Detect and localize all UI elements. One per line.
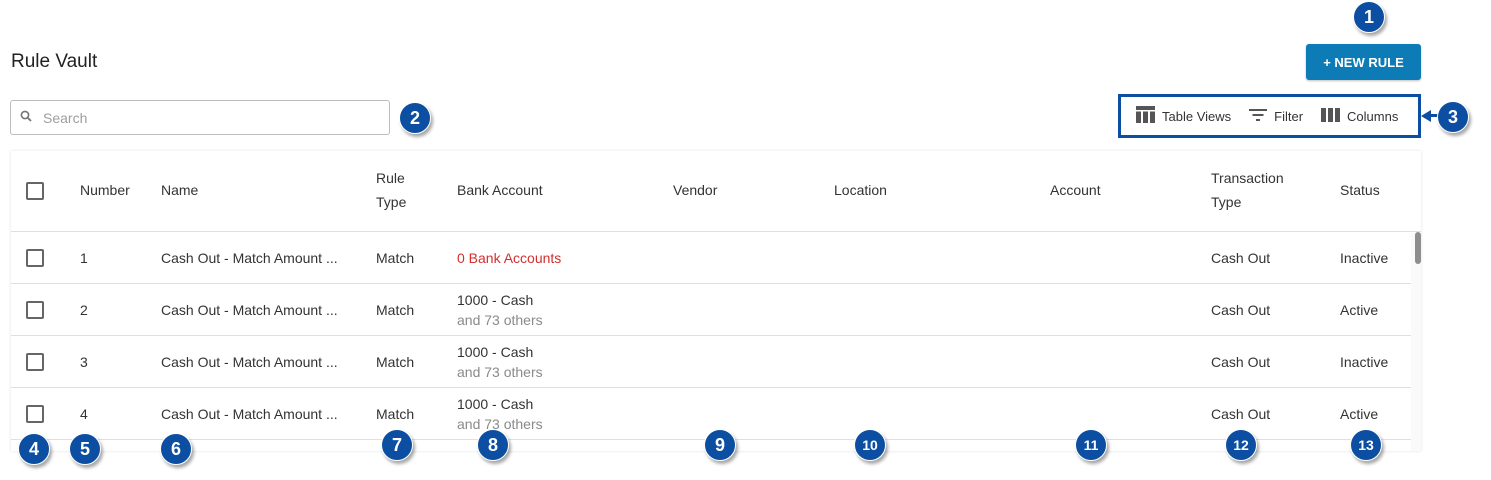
header-rule-type[interactable]: Rule Type <box>376 166 406 214</box>
cell-rule-type: Match <box>376 250 415 266</box>
header-transaction-type-line1: Transaction <box>1211 170 1284 186</box>
cell-name: Cash Out - Match Amount ... <box>161 302 338 318</box>
cell-bank-account-others[interactable]: and 73 others <box>457 364 543 380</box>
search-input[interactable] <box>43 109 373 126</box>
columns-label: Columns <box>1347 108 1399 124</box>
header-rule-type-line1: Rule <box>376 170 405 186</box>
table-views-icon <box>1136 106 1155 126</box>
callout-8: 8 <box>477 429 509 461</box>
header-vendor[interactable]: Vendor <box>673 178 717 202</box>
cell-rule-type: Match <box>376 406 415 422</box>
table-row[interactable]: 1 Cash Out - Match Amount ... Match 0 Ba… <box>11 232 1411 284</box>
header-account[interactable]: Account <box>1050 178 1101 202</box>
select-all-checkbox[interactable] <box>26 182 44 200</box>
scrollbar-track[interactable] <box>1411 233 1421 451</box>
cell-number: 4 <box>80 406 88 422</box>
table-views-button[interactable]: Table Views <box>1136 106 1231 126</box>
callout-13: 13 <box>1350 429 1382 461</box>
callout-1: 1 <box>1353 1 1385 33</box>
cell-rule-type: Match <box>376 354 415 370</box>
callout-11: 11 <box>1075 429 1107 461</box>
cell-bank-account[interactable]: 1000 - Cash <box>457 396 533 412</box>
callout-7: 7 <box>381 429 413 461</box>
cell-status: Active <box>1340 406 1379 422</box>
header-name[interactable]: Name <box>161 178 198 202</box>
callout-3: 3 <box>1437 101 1469 133</box>
table-row[interactable]: 3 Cash Out - Match Amount ... Match 1000… <box>11 336 1411 388</box>
cell-status: Inactive <box>1340 250 1389 266</box>
cell-transaction-type: Cash Out <box>1211 406 1271 422</box>
cell-transaction-type: Cash Out <box>1211 302 1271 318</box>
cell-transaction-type: Cash Out <box>1211 354 1271 370</box>
filter-label: Filter <box>1274 108 1304 124</box>
row-checkbox[interactable] <box>26 249 44 267</box>
row-checkbox[interactable] <box>26 301 44 319</box>
cell-status: Active <box>1340 302 1379 318</box>
callout-6: 6 <box>160 433 192 465</box>
cell-rule-type: Match <box>376 302 415 318</box>
header-transaction-type-line2: Type <box>1211 194 1242 210</box>
cell-name: Cash Out - Match Amount ... <box>161 354 338 370</box>
page-title: Rule Vault <box>11 51 98 72</box>
search-icon <box>20 109 32 127</box>
filter-button[interactable]: Filter <box>1249 108 1303 125</box>
callout-10: 10 <box>854 429 886 461</box>
columns-button[interactable]: Columns <box>1321 107 1399 125</box>
row-checkbox[interactable] <box>26 405 44 423</box>
callout-9: 9 <box>704 429 736 461</box>
table-header: Number Name Rule Type Bank Account Vendo… <box>11 151 1421 232</box>
header-location[interactable]: Location <box>834 178 887 202</box>
cell-name: Cash Out - Match Amount ... <box>161 250 338 266</box>
search-box[interactable] <box>10 100 390 135</box>
table-views-label: Table Views <box>1162 108 1232 124</box>
cell-bank-account[interactable]: 0 Bank Accounts <box>457 250 561 266</box>
cell-number: 2 <box>80 302 88 318</box>
new-rule-button[interactable]: + NEW RULE <box>1306 44 1421 80</box>
header-number[interactable]: Number <box>80 178 130 202</box>
callout-4: 4 <box>18 433 50 465</box>
cell-bank-account[interactable]: 1000 - Cash <box>457 344 533 360</box>
scrollbar-thumb[interactable] <box>1415 232 1421 264</box>
callout-2: 2 <box>399 102 431 134</box>
cell-transaction-type: Cash Out <box>1211 250 1271 266</box>
row-checkbox[interactable] <box>26 353 44 371</box>
columns-icon <box>1321 107 1341 125</box>
table-row[interactable]: 2 Cash Out - Match Amount ... Match 1000… <box>11 284 1411 336</box>
cell-bank-account-others[interactable]: and 73 others <box>457 312 543 328</box>
callout-5: 5 <box>69 433 101 465</box>
callout-12: 12 <box>1225 429 1257 461</box>
rules-table: Number Name Rule Type Bank Account Vendo… <box>11 151 1421 451</box>
cell-bank-account[interactable]: 1000 - Cash <box>457 292 533 308</box>
cell-status: Inactive <box>1340 354 1389 370</box>
cell-number: 1 <box>80 250 88 266</box>
table-toolbar: Table Views Filter Columns <box>1118 94 1421 138</box>
header-transaction-type[interactable]: Transaction Type <box>1211 166 1284 214</box>
header-bank-account[interactable]: Bank Account <box>457 178 543 202</box>
callout-arrow-head <box>1421 110 1431 122</box>
header-rule-type-line2: Type <box>376 194 407 210</box>
filter-icon <box>1249 108 1268 125</box>
header-status[interactable]: Status <box>1340 178 1380 202</box>
cell-number: 3 <box>80 354 88 370</box>
cell-name: Cash Out - Match Amount ... <box>161 406 338 422</box>
